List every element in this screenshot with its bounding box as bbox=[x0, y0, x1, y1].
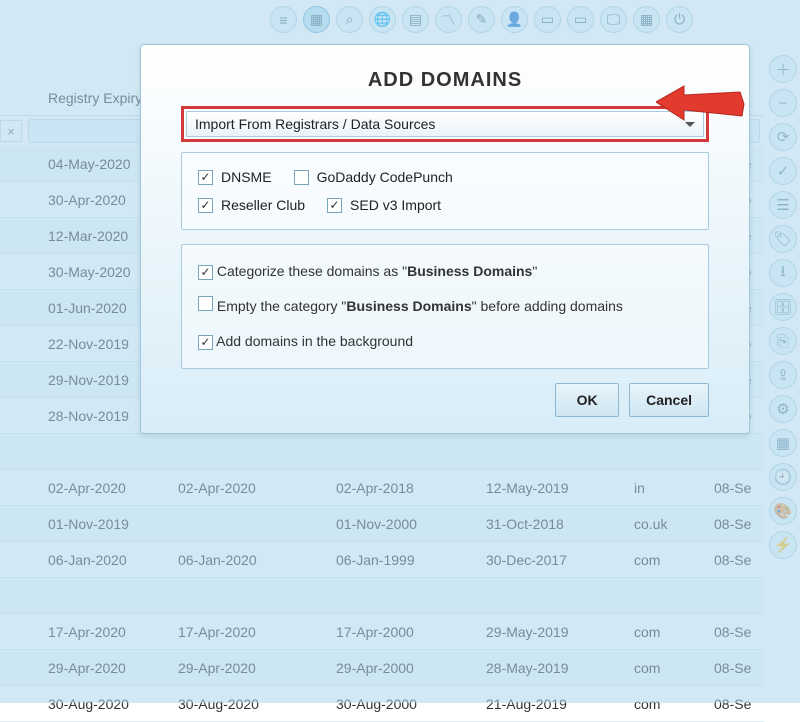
source-label: GoDaddy CodePunch bbox=[317, 169, 453, 185]
source-checkbox[interactable]: GoDaddy CodePunch bbox=[294, 169, 453, 185]
source-row: Reseller Club SED v3 Import bbox=[198, 197, 692, 213]
source-checkbox[interactable]: DNSME bbox=[198, 169, 272, 185]
cancel-button[interactable]: Cancel bbox=[629, 383, 709, 417]
source-label: Reseller Club bbox=[221, 197, 305, 213]
opt-background-checkbox[interactable] bbox=[198, 335, 213, 350]
opt-empty-label: Empty the category "Business Domains" be… bbox=[217, 298, 623, 314]
source-checkbox[interactable]: Reseller Club bbox=[198, 197, 305, 213]
opt-empty-checkbox[interactable] bbox=[198, 296, 213, 311]
source-row: DNSME GoDaddy CodePunch bbox=[198, 169, 692, 185]
source-label: SED v3 Import bbox=[350, 197, 441, 213]
ok-button[interactable]: OK bbox=[555, 383, 619, 417]
import-source-dropdown[interactable]: Import From Registrars / Data Sources bbox=[186, 111, 704, 137]
modal-title: ADD DOMAINS bbox=[159, 69, 731, 92]
source-label: DNSME bbox=[221, 169, 272, 185]
opt-categorize-checkbox[interactable] bbox=[198, 265, 213, 280]
opt-background-label: Add domains in the background bbox=[216, 333, 413, 349]
sources-section: DNSME GoDaddy CodePunch Reseller Club SED v… bbox=[181, 152, 709, 230]
highlighted-dropdown: Import From Registrars / Data Sources bbox=[181, 106, 709, 142]
source-checkbox[interactable]: SED v3 Import bbox=[327, 197, 441, 213]
add-domains-modal: ADD DOMAINS Import From Registrars / Dat… bbox=[140, 44, 750, 434]
options-section: Categorize these domains as "Business Do… bbox=[181, 244, 709, 369]
modal-overlay: ADD DOMAINS Import From Registrars / Dat… bbox=[0, 0, 800, 703]
opt-categorize-label: Categorize these domains as "Business Do… bbox=[217, 263, 537, 279]
modal-buttons: OK Cancel bbox=[159, 383, 709, 417]
dropdown-label: Import From Registrars / Data Sources bbox=[195, 116, 435, 132]
